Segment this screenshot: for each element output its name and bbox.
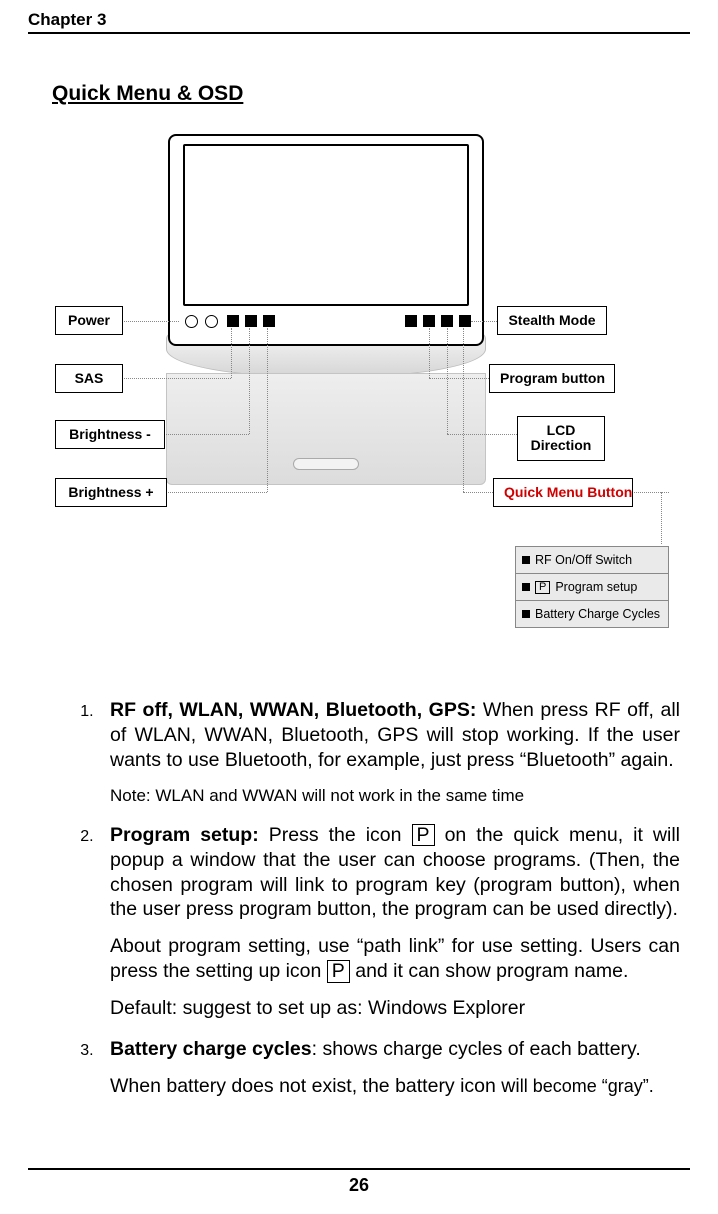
button-icon (459, 315, 471, 327)
power-led-icon (185, 315, 198, 328)
p-icon: P (535, 581, 550, 594)
connector-line (249, 328, 250, 434)
device-diagram: Power SAS Brightness - Brightness + Stea… (49, 128, 669, 668)
connector-line (661, 492, 662, 544)
item-lead: RF off, WLAN, WWAN, Bluetooth, GPS: (110, 699, 476, 721)
footer-rule (28, 1168, 690, 1170)
connector-line (429, 328, 430, 378)
page-number: 26 (0, 1175, 718, 1196)
label-stealth-mode: Stealth Mode (497, 306, 607, 335)
monitor-screen (183, 144, 469, 306)
menu-item-rf: RF On/Off Switch (516, 547, 668, 574)
connector-line (165, 492, 267, 493)
label-sas: SAS (55, 364, 123, 393)
menu-item-label: RF On/Off Switch (535, 553, 632, 567)
label-lcd-direction: LCD Direction (517, 416, 605, 461)
item-text: : shows charge cycles of each battery. (312, 1038, 641, 1060)
bullet-icon (522, 556, 530, 564)
item-text: Press the icon (259, 824, 412, 846)
quick-menu-dropdown: RF On/Off Switch P Program setup Battery… (515, 546, 669, 628)
item-text: ll become “gray”. (520, 1076, 654, 1096)
menu-item-label: Program setup (555, 580, 637, 594)
button-icon (227, 315, 239, 327)
bullet-icon (522, 610, 530, 618)
label-program-button: Program button (489, 364, 615, 393)
connector-line (119, 378, 231, 379)
connector-line (429, 378, 491, 379)
p-icon: P (412, 824, 435, 846)
label-power: Power (55, 306, 123, 335)
label-brightness-plus: Brightness + (55, 478, 167, 507)
button-icon (405, 315, 417, 327)
button-icon (263, 315, 275, 327)
connector-line (447, 434, 519, 435)
list-item: Battery charge cycles: shows charge cycl… (98, 1037, 680, 1099)
item-text: When battery does not exist, the battery… (110, 1075, 520, 1097)
bullet-icon (522, 583, 530, 591)
connector-line (267, 328, 268, 492)
page-header: Chapter 3 (28, 10, 690, 34)
list-item: Program setup: Press the icon P on the q… (98, 823, 680, 1022)
menu-item-label: Battery Charge Cycles (535, 607, 660, 621)
connector-line (121, 321, 179, 322)
connector-line (463, 328, 464, 492)
item-subpara: When battery does not exist, the battery… (110, 1074, 680, 1099)
p-icon: P (327, 960, 350, 982)
section-title: Quick Menu & OSD (52, 82, 690, 106)
item-lead: Program setup: (110, 824, 259, 846)
label-brightness-minus: Brightness - (55, 420, 165, 449)
stand-slot (293, 458, 359, 470)
item-text: and it can show program name. (350, 960, 629, 982)
item-default: Default: suggest to set up as: Windows E… (110, 996, 680, 1021)
instruction-list: RF off, WLAN, WWAN, Bluetooth, GPS: When… (98, 698, 680, 1099)
button-icon (245, 315, 257, 327)
menu-item-program-setup: P Program setup (516, 574, 668, 601)
item-lead: Battery charge cycles (110, 1038, 312, 1060)
item-subpara: About program setting, use “path link” f… (110, 934, 680, 984)
button-icon (423, 315, 435, 327)
chapter-label: Chapter 3 (28, 10, 106, 30)
list-item: RF off, WLAN, WWAN, Bluetooth, GPS: When… (98, 698, 680, 807)
menu-item-battery: Battery Charge Cycles (516, 601, 668, 627)
connector-line (231, 328, 232, 378)
connector-line (161, 434, 249, 435)
connector-line (463, 492, 495, 493)
button-icon (441, 315, 453, 327)
connector-line (471, 321, 499, 322)
item-note: Note: WLAN and WWAN will not work in the… (110, 785, 680, 807)
label-quick-menu-button: Quick Menu Button (493, 478, 633, 507)
led-icon (205, 315, 218, 328)
connector-line (447, 328, 448, 434)
